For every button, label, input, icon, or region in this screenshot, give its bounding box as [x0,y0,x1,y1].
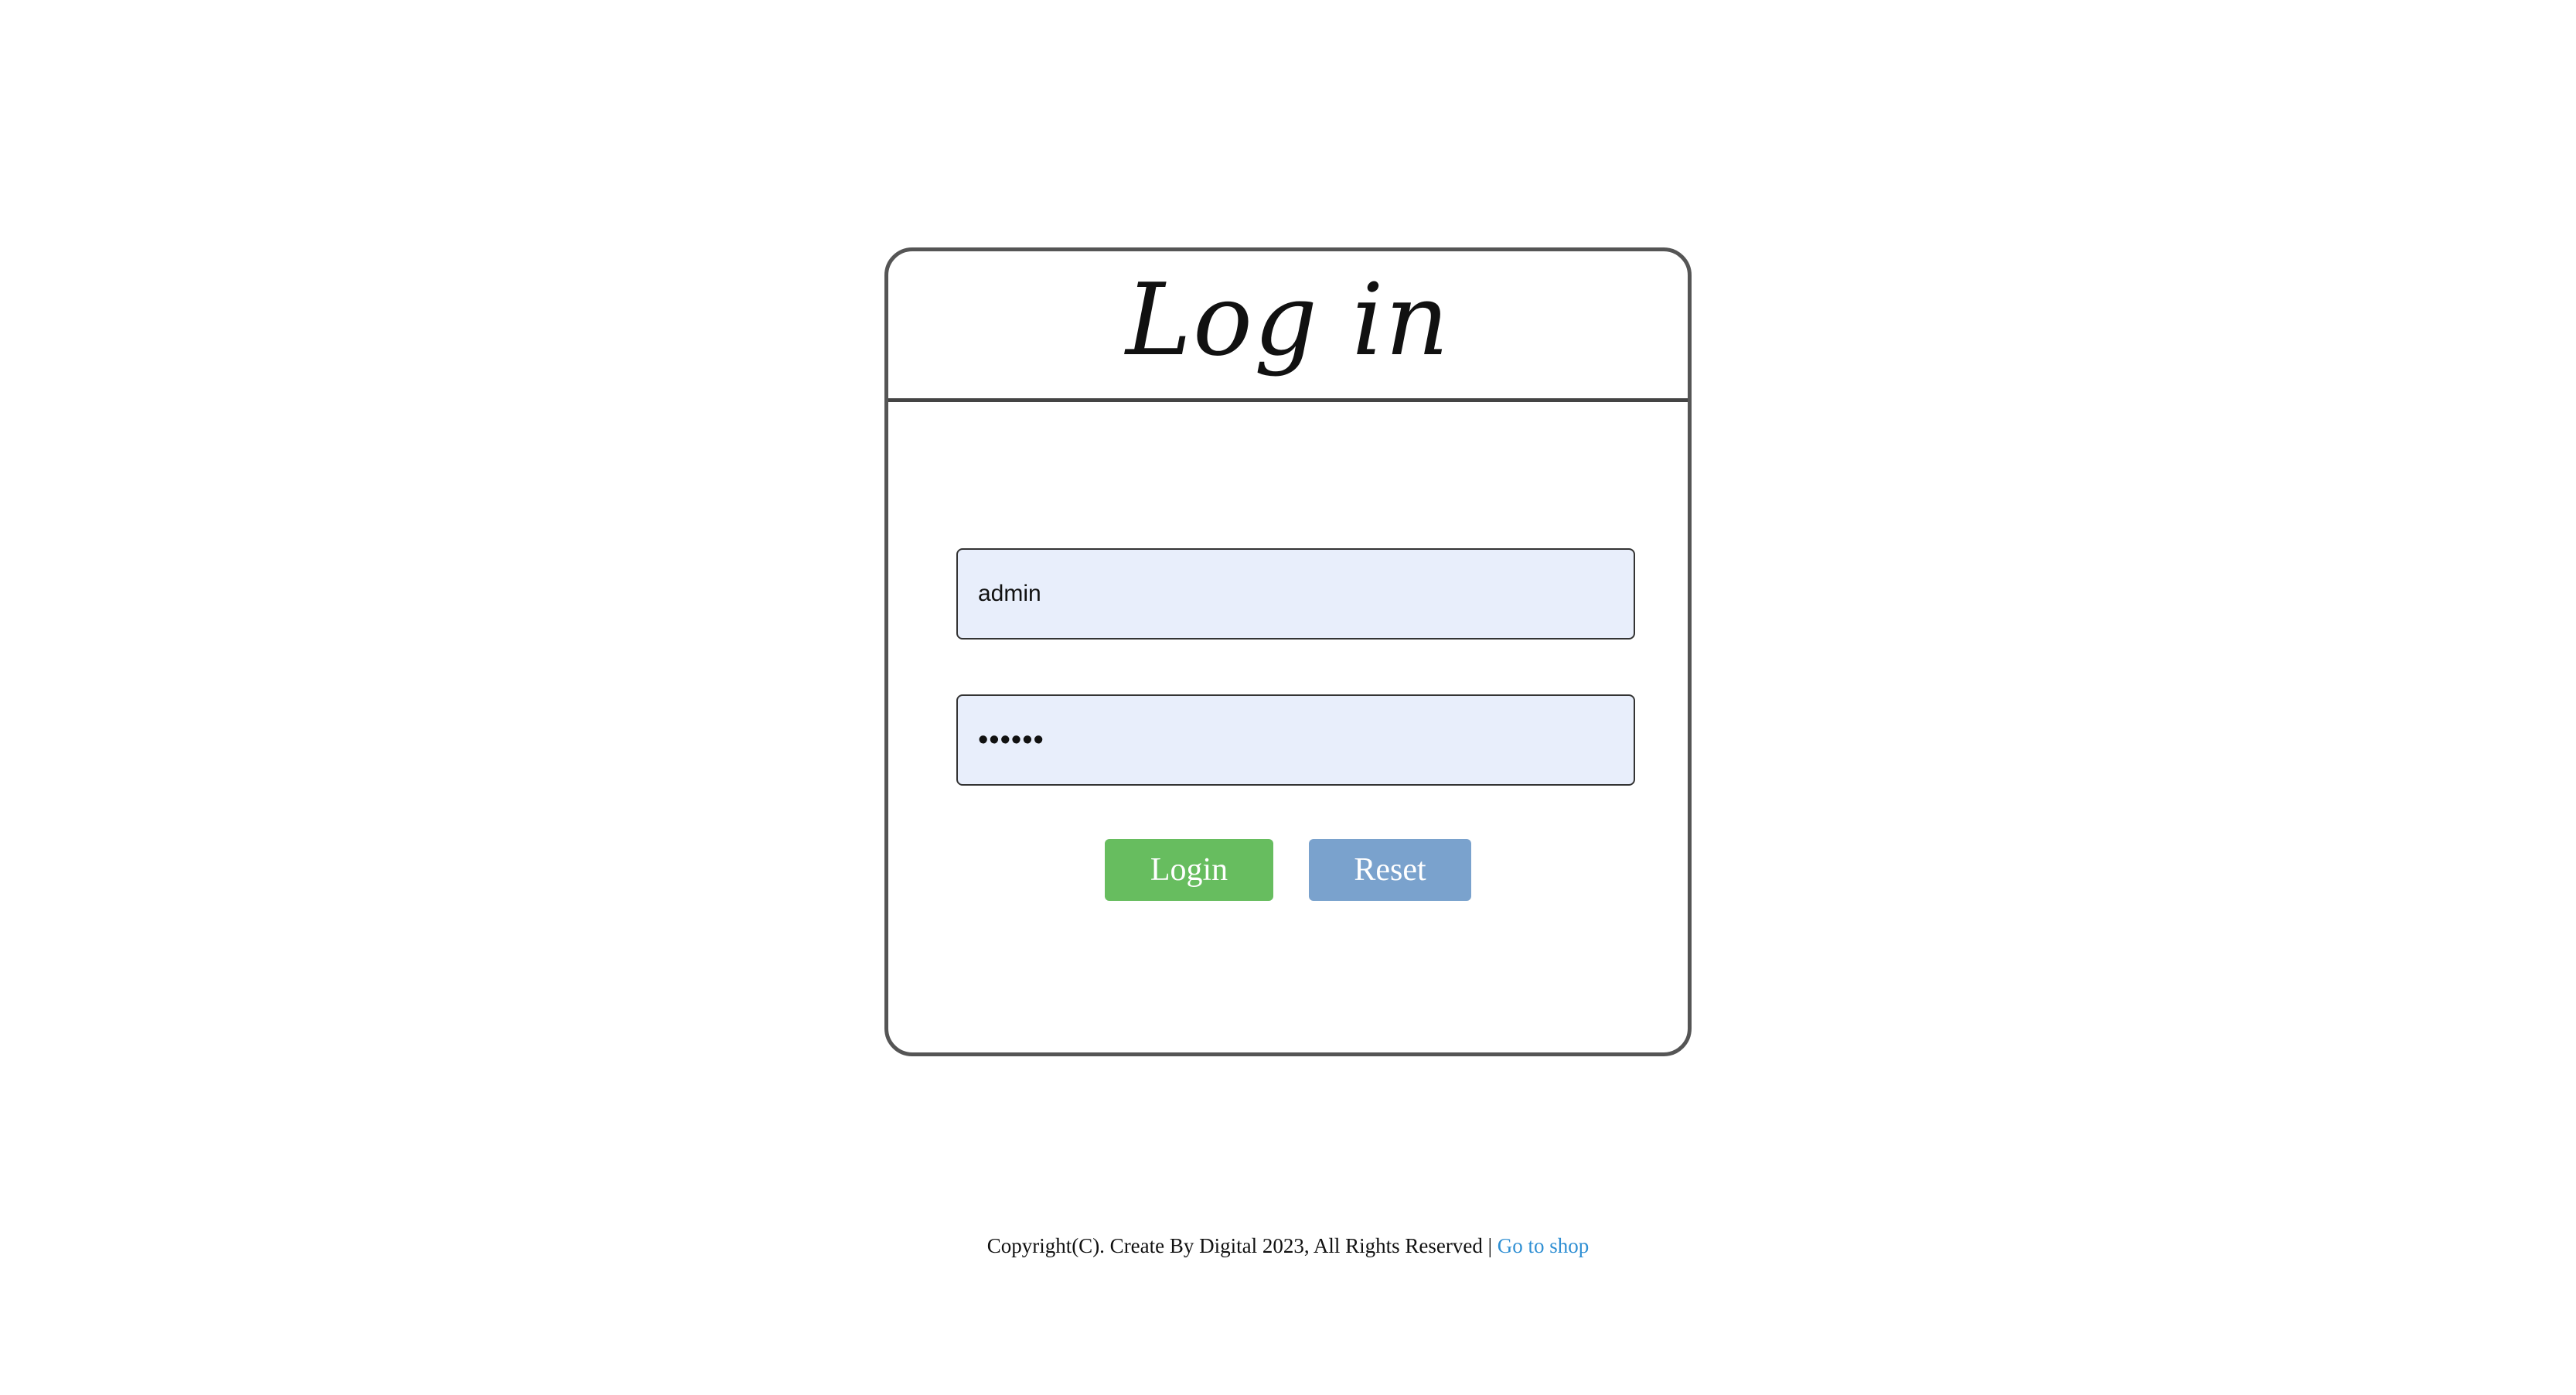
reset-button[interactable]: Reset [1309,839,1471,901]
page: Log in Login Reset Copyright(C). Create … [0,0,2576,1395]
footer: Copyright(C). Create By Digital 2023, Al… [0,1234,2576,1258]
login-card-header: Log in [888,251,1688,402]
login-button[interactable]: Login [1105,839,1273,901]
login-title: Log in [1125,263,1451,378]
copyright-text: Copyright(C). Create By Digital 2023, Al… [986,1234,1493,1257]
go-to-shop-link[interactable]: Go to shop [1498,1234,1590,1257]
username-input[interactable] [956,548,1635,640]
password-input[interactable] [956,694,1635,786]
login-card: Log in Login Reset [884,247,1692,1056]
